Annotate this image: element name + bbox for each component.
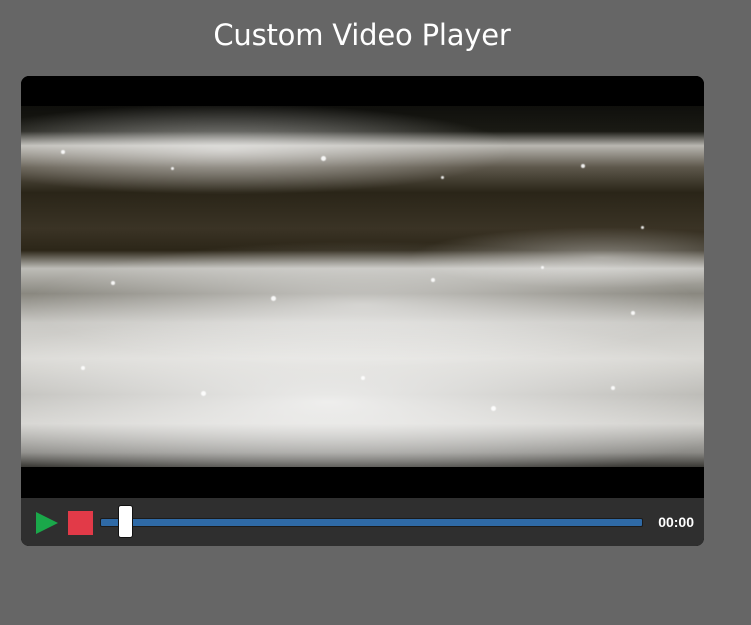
time-display: 00:00 [658, 514, 694, 530]
stop-icon [68, 511, 93, 535]
video-player: 00:00 [21, 76, 704, 546]
progress-bar[interactable] [100, 505, 644, 538]
video-controls: 00:00 [21, 498, 704, 546]
progress-track [100, 518, 643, 527]
progress-thumb[interactable] [118, 505, 133, 538]
video-screen[interactable] [21, 76, 704, 498]
stop-button[interactable] [68, 511, 93, 535]
play-icon [36, 512, 58, 534]
play-button[interactable] [35, 511, 59, 535]
page-title: Custom Video Player [213, 18, 511, 52]
video-frame [21, 106, 704, 467]
